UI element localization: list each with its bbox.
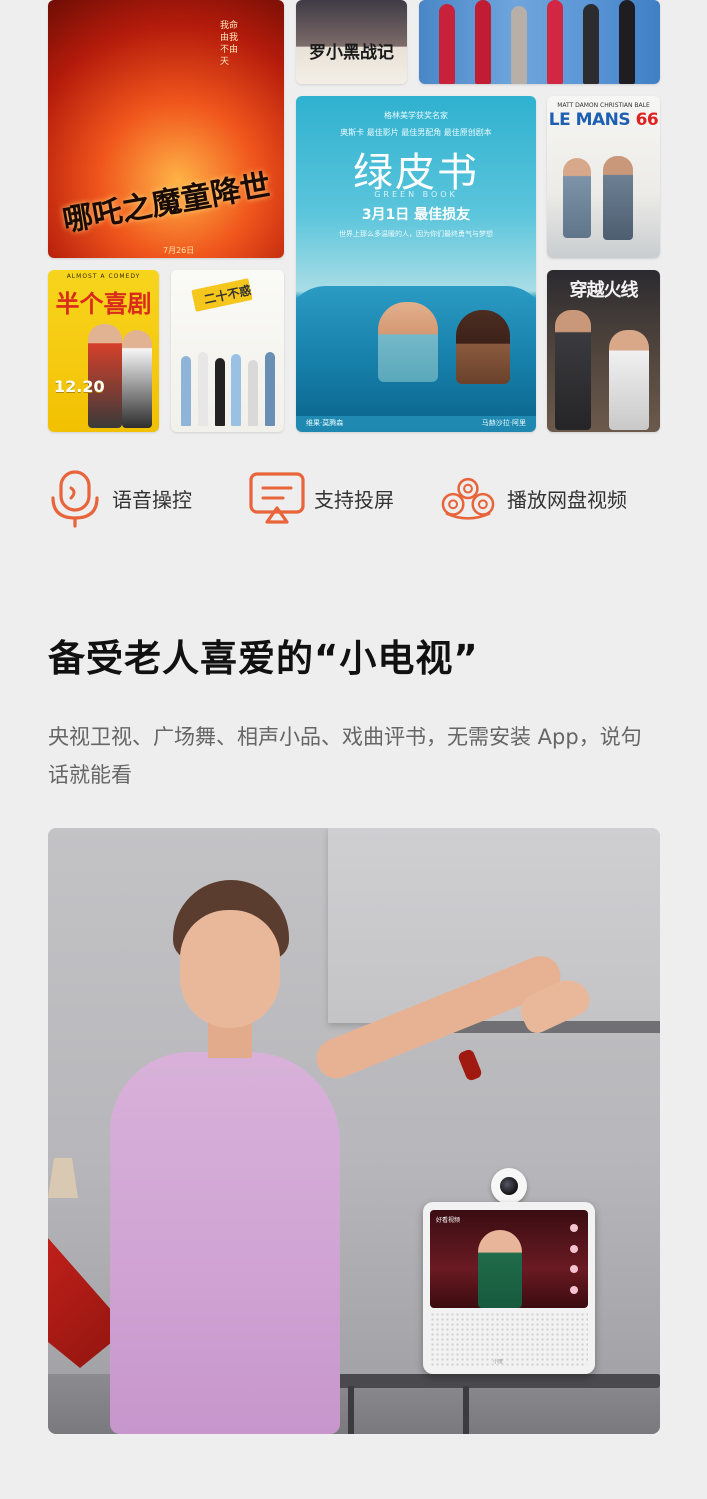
poster-actor — [88, 324, 122, 428]
feature-cloud-video: 播放网盘视频 — [439, 468, 627, 528]
poster-english-title: GREEN BOOK — [374, 190, 458, 199]
smart-display-screen: 好看视频 — [430, 1210, 588, 1308]
camera-icon — [491, 1168, 527, 1204]
speaker-grille — [430, 1312, 588, 1368]
microphone-icon — [46, 468, 104, 528]
screen-control-icon — [570, 1224, 578, 1232]
poster-actor — [378, 302, 438, 382]
poster-le-mans-66[interactable]: MATT DAMON CHRISTIAN BALE LE MANS 66 — [547, 96, 660, 258]
poster-actor — [603, 156, 633, 240]
hero-photo: 好看视频 小度 — [48, 828, 660, 1434]
screen-control-icon — [570, 1265, 578, 1274]
screen-control-icon — [570, 1285, 578, 1294]
woman-face — [180, 910, 280, 1028]
lamp — [48, 1158, 78, 1198]
screen-cast-icon — [248, 468, 306, 528]
screen-side-controls — [570, 1224, 580, 1294]
poster-cast: MATT DAMON CHRISTIAN BALE — [557, 102, 650, 109]
poster-tagline: 我命由我不由天 — [220, 21, 239, 67]
poster-awards: 奥斯卡 最佳影片 最佳男配角 最佳原创剧本 — [340, 128, 492, 137]
poster-title: 哪吒之魔童降世 — [60, 167, 274, 239]
poster-chuanyue-huoxian[interactable]: 穿越火线 — [547, 270, 660, 432]
poster-date: 12.20 — [54, 377, 105, 396]
poster-actor — [609, 330, 649, 430]
section-headline: 备受老人喜爱的“小电视” — [48, 637, 479, 680]
poster-tagline: 世界上那么多温暖的人，因为你们最终勇气与梦想 — [339, 230, 493, 238]
poster-date: 3月1日 最佳损友 — [361, 207, 471, 223]
side-table — [328, 1374, 660, 1388]
screen-performer — [478, 1230, 522, 1308]
poster-figure — [619, 0, 635, 84]
section-description: 央视卫视、广场舞、相声小品、戏曲评书，无需安装 App，说句话就能看 — [48, 725, 642, 787]
poster-actor — [555, 310, 591, 430]
poster-caption: 7月26日 — [163, 246, 195, 255]
feature-voice-control: 语音操控 — [46, 468, 192, 528]
feature-label: 语音操控 — [112, 487, 192, 512]
poster-figure — [475, 0, 491, 84]
poster-ershi-buhuo[interactable]: 二十不惑 — [171, 270, 284, 432]
poster-figure — [511, 6, 527, 84]
feature-label: 播放网盘视频 — [507, 487, 627, 512]
poster-title: 穿越火线 — [569, 280, 639, 301]
table-leg — [348, 1386, 354, 1434]
poster-fashion[interactable] — [419, 0, 660, 84]
poster-title-a: LE MANS — [548, 110, 631, 130]
device-logo: 小度 — [493, 1359, 504, 1365]
poster-top-text: ALMOST A COMEDY — [66, 273, 141, 280]
feature-label: 支持投屏 — [314, 487, 394, 512]
poster-nezha[interactable]: 我命由我不由天 哪吒之魔童降世 7月26日 — [48, 0, 284, 258]
poster-actor — [563, 158, 591, 238]
poster-figure — [439, 4, 455, 84]
poster-actor — [122, 330, 152, 428]
screen-control-icon — [570, 1244, 578, 1253]
poster-top-text: 格林美学获奖名家 — [384, 111, 448, 120]
poster-title: 半个喜剧 — [55, 290, 152, 318]
poster-title-b: 66 — [635, 110, 659, 130]
poster-title: 罗小黑战记 — [309, 43, 394, 63]
poster-group — [181, 350, 275, 426]
feature-screen-cast: 支持投屏 — [248, 468, 394, 528]
poster-green-book[interactable]: 格林美学获奖名家 奥斯卡 最佳影片 最佳男配角 最佳原创剧本 绿皮书 GREEN… — [296, 96, 536, 432]
poster-luoxiaohei[interactable]: 罗小黑战记 — [296, 0, 407, 84]
poster-credits: 维果·莫腾森 马赫沙拉·阿里 — [306, 418, 526, 428]
poster-credit-right: 马赫沙拉·阿里 — [481, 419, 526, 427]
poster-title: 二十不惑 — [202, 283, 253, 307]
cloud-disk-icon — [439, 468, 497, 528]
bracelet — [456, 1048, 484, 1082]
poster-half-comedy[interactable]: ALMOST A COMEDY 半个喜剧 12.20 — [48, 270, 159, 432]
table-leg — [463, 1386, 469, 1434]
woman-dress — [110, 1052, 340, 1434]
poster-figure — [583, 4, 599, 84]
screen-brand: 好看视频 — [436, 1217, 461, 1224]
poster-figure — [547, 0, 563, 84]
poster-credit-left: 维果·莫腾森 — [306, 419, 344, 427]
poster-actor — [456, 310, 510, 384]
poster-title: LE MANS 66 — [547, 110, 660, 130]
